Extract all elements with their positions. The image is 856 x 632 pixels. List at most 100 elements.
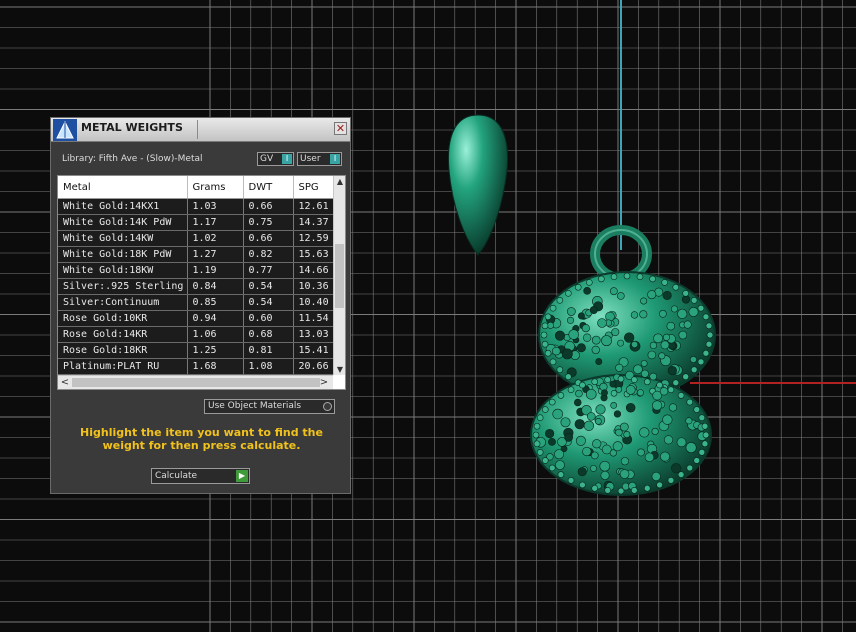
- cell-dwt: 0.54: [243, 294, 294, 311]
- column-header-metal[interactable]: Metal: [58, 176, 188, 199]
- bead-setting: [656, 481, 663, 489]
- bead-setting: [583, 420, 595, 431]
- bead-setting: [575, 435, 586, 446]
- library-label: Library: Fifth Ave - (Slow)-Metal: [62, 154, 203, 164]
- bead-setting: [556, 366, 564, 373]
- bead-setting: [630, 376, 638, 383]
- table-row[interactable]: White Gold:18K PdW 1.27 0.82 15.63: [58, 246, 334, 263]
- scroll-corner: [333, 375, 345, 389]
- scroll-right-icon[interactable]: >: [318, 377, 330, 389]
- bead-setting: [533, 422, 541, 430]
- bead-setting: [667, 477, 675, 484]
- bead-setting: [686, 464, 694, 472]
- bead-setting: [656, 381, 663, 389]
- scroll-left-icon[interactable]: <: [59, 377, 71, 389]
- column-header-dwt[interactable]: DWT: [243, 176, 294, 199]
- bead-setting: [639, 310, 648, 319]
- table-row[interactable]: Platinum:PLAT RU 1.68 1.08 20.66: [58, 358, 334, 375]
- table-row[interactable]: Rose Gold:10KR 0.94 0.60 11.54: [58, 310, 334, 327]
- horizontal-scrollbar[interactable]: < >: [58, 375, 345, 389]
- bead-setting: [625, 402, 636, 413]
- bead-setting: [688, 307, 699, 317]
- panel-titlebar[interactable]: METAL WEIGHTS ✕: [51, 118, 350, 142]
- pendant-model[interactable]: [530, 225, 716, 496]
- play-icon[interactable]: ▶: [236, 470, 248, 482]
- cell-dwt: 0.66: [243, 230, 294, 247]
- bead-setting: [659, 309, 667, 318]
- close-icon[interactable]: ✕: [334, 122, 347, 135]
- bead-setting: [592, 439, 602, 449]
- bead-setting: [682, 289, 689, 297]
- bead-setting: [579, 481, 586, 489]
- bead-setting: [591, 378, 599, 386]
- bead-setting: [600, 470, 610, 480]
- bead-setting: [582, 446, 592, 457]
- bead-setting: [544, 349, 552, 357]
- bead-setting: [590, 464, 597, 472]
- cell-spg: 14.66: [293, 262, 334, 279]
- bead-setting: [678, 330, 688, 340]
- cell-spg: 10.36: [293, 278, 334, 295]
- bead-setting: [579, 381, 586, 389]
- bead-setting: [666, 321, 676, 331]
- cell-grams: 0.85: [187, 294, 244, 311]
- table-row[interactable]: White Gold:14KX1 1.03 0.66 12.61: [58, 198, 334, 215]
- bead-setting: [617, 339, 624, 347]
- bead-setting: [633, 364, 643, 375]
- vertical-scrollbar[interactable]: ▲ ▼: [333, 176, 345, 375]
- scroll-up-icon[interactable]: ▲: [335, 176, 345, 187]
- bead-setting: [599, 460, 611, 472]
- column-header-spg[interactable]: SPG: [293, 176, 334, 199]
- user-toggle-knob: I: [330, 154, 340, 164]
- bead-setting: [705, 340, 713, 348]
- cell-metal: Rose Gold:18KR: [58, 342, 188, 359]
- cell-metal: White Gold:14KW: [58, 230, 188, 247]
- bead-setting: [701, 422, 709, 430]
- gv-toggle[interactable]: GV I: [257, 152, 294, 166]
- cell-dwt: 0.81: [243, 342, 294, 359]
- bead-setting: [566, 307, 576, 316]
- scroll-down-icon[interactable]: ▼: [335, 364, 345, 375]
- use-object-materials-option[interactable]: Use Object Materials: [204, 399, 335, 414]
- table-row[interactable]: White Gold:18KW 1.19 0.77 14.66: [58, 262, 334, 279]
- gv-toggle-label: GV: [260, 154, 274, 164]
- bead-setting: [565, 289, 572, 297]
- cell-grams: 0.84: [187, 278, 244, 295]
- cell-metal: Rose Gold:10KR: [58, 310, 188, 327]
- table-row[interactable]: Silver:Continuum 0.85 0.54 10.40: [58, 294, 334, 311]
- bead-setting: [671, 463, 682, 474]
- column-header-grams[interactable]: Grams: [187, 176, 244, 199]
- vertical-scroll-thumb[interactable]: [335, 244, 344, 308]
- bead-setting: [644, 452, 655, 462]
- bead-setting: [643, 378, 651, 386]
- bead-setting: [548, 398, 556, 406]
- calculate-button[interactable]: Calculate ▶: [151, 468, 250, 484]
- table-row[interactable]: Silver:.925 Sterling 0.84 0.54 10.36: [58, 278, 334, 295]
- bead-setting: [668, 403, 678, 412]
- bead-setting: [613, 410, 622, 418]
- bead-setting: [690, 366, 698, 373]
- cell-grams: 0.94: [187, 310, 244, 327]
- bead-setting: [564, 433, 573, 442]
- teardrop-model[interactable]: [447, 114, 509, 256]
- bead-setting: [639, 427, 650, 438]
- table-row[interactable]: Rose Gold:18KR 1.25 0.81 15.41: [58, 342, 334, 359]
- bead-setting: [649, 275, 656, 283]
- radio-icon[interactable]: [323, 402, 332, 411]
- user-toggle[interactable]: User I: [297, 152, 342, 166]
- horizontal-scroll-thumb[interactable]: [72, 378, 320, 387]
- cell-metal: White Gold:18KW: [58, 262, 188, 279]
- bead-setting: [619, 469, 630, 479]
- bead-setting: [597, 318, 607, 328]
- table-row[interactable]: White Gold:14K PdW 1.17 0.75 14.37: [58, 214, 334, 231]
- bead-setting: [683, 320, 692, 329]
- bead-setting: [591, 335, 601, 345]
- panel-title: METAL WEIGHTS: [81, 121, 183, 134]
- bead-setting: [610, 273, 618, 281]
- table-row[interactable]: Rose Gold:14KR 1.06 0.68 13.03: [58, 326, 334, 343]
- bead-setting: [604, 376, 612, 383]
- table-row[interactable]: White Gold:14KW 1.02 0.66 12.59: [58, 230, 334, 247]
- metal-table[interactable]: Metal Grams DWT SPG White Gold:14KX1 1.03…: [57, 175, 346, 390]
- cell-spg: 12.61: [293, 198, 334, 215]
- bead-setting: [598, 275, 605, 283]
